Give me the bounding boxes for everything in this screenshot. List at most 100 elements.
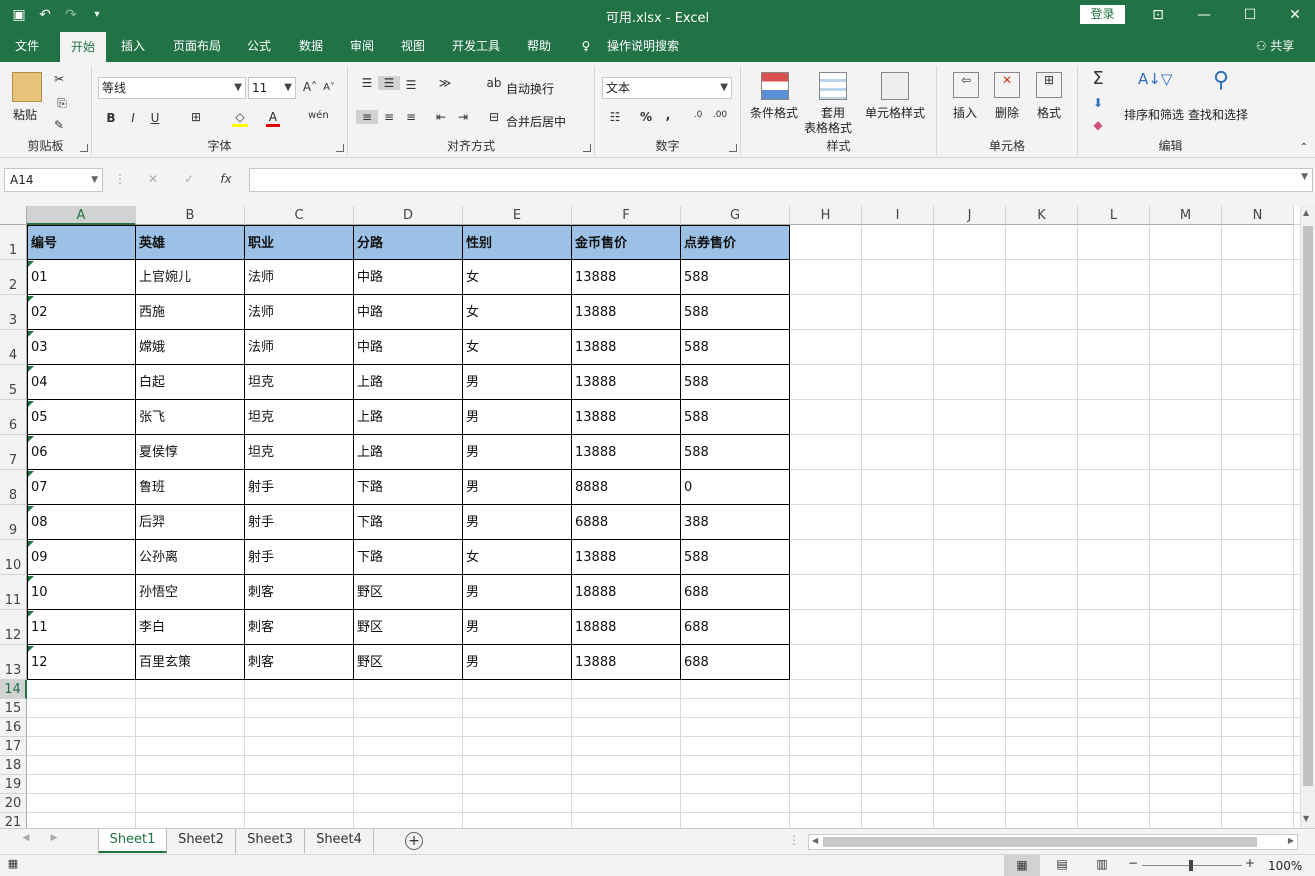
align-right-icon[interactable]: ≡ — [402, 110, 420, 124]
table-cell[interactable]: 女 — [463, 260, 572, 295]
cell-styles-button[interactable]: 单元格样式 — [865, 104, 925, 121]
table-cell[interactable]: 上路 — [354, 435, 463, 470]
row-header-12[interactable]: 12 — [0, 610, 27, 645]
sort-filter-button[interactable]: 排序和筛选 — [1124, 106, 1184, 123]
wrap-text-button[interactable]: 自动换行 — [506, 80, 554, 97]
table-cell[interactable]: 白起 — [136, 365, 245, 400]
column-header-j[interactable]: J — [934, 206, 1006, 225]
tab-view[interactable]: 视图 — [394, 30, 432, 62]
clipboard-launcher[interactable] — [80, 144, 88, 152]
table-cell[interactable]: 588 — [681, 435, 790, 470]
format-as-table-label-2[interactable]: 表格格式 — [804, 119, 852, 136]
row-header-21[interactable]: 21 — [0, 813, 27, 828]
row-header-4[interactable]: 4 — [0, 330, 27, 365]
table-cell[interactable]: 刺客 — [245, 610, 354, 645]
copy-icon[interactable]: ⎘ — [52, 96, 72, 111]
table-cell[interactable]: 射手 — [245, 470, 354, 505]
zoom-level[interactable]: 100% — [1268, 859, 1302, 873]
minimize-button[interactable]: — — [1189, 4, 1219, 26]
page-break-view-icon[interactable]: ▥ — [1092, 857, 1112, 871]
table-cell[interactable]: 男 — [463, 610, 572, 645]
table-cell[interactable]: 13888 — [572, 295, 681, 330]
tab-home[interactable]: 开始 — [60, 32, 106, 62]
formula-input[interactable]: ▼ — [249, 168, 1313, 192]
table-cell[interactable]: 鲁班 — [136, 470, 245, 505]
row-header-1[interactable]: 1 — [0, 225, 27, 260]
sort-filter-icon[interactable]: A↓▽ — [1138, 70, 1172, 88]
vertical-scrollbar[interactable]: ▲ ▼ — [1300, 206, 1315, 828]
table-cell[interactable]: 男 — [463, 435, 572, 470]
row-header-14[interactable]: 14 — [0, 680, 27, 699]
table-cell[interactable]: 女 — [463, 295, 572, 330]
column-header-m[interactable]: M — [1150, 206, 1222, 225]
table-cell[interactable]: 坦克 — [245, 400, 354, 435]
table-cell[interactable]: 上路 — [354, 400, 463, 435]
shrink-font-icon[interactable]: A˅ — [322, 82, 336, 93]
prev-sheet-icon[interactable]: ◀ — [20, 833, 32, 843]
table-cell[interactable]: 13888 — [572, 400, 681, 435]
row-header-20[interactable]: 20 — [0, 794, 27, 813]
fill-icon[interactable]: ⬇ — [1088, 96, 1108, 110]
column-header-d[interactable]: D — [354, 206, 463, 225]
table-cell[interactable]: 嫦娥 — [136, 330, 245, 365]
underline-button[interactable]: U — [148, 111, 162, 125]
increase-indent-icon[interactable]: ⇥ — [454, 110, 472, 124]
table-cell[interactable]: 下路 — [354, 470, 463, 505]
column-header-g[interactable]: G — [681, 206, 790, 225]
row-header-10[interactable]: 10 — [0, 540, 27, 575]
table-header-cell[interactable]: 英雄 — [136, 225, 245, 260]
table-cell[interactable]: 法师 — [245, 295, 354, 330]
column-header-n[interactable]: N — [1222, 206, 1294, 225]
table-cell[interactable]: 04 — [27, 365, 136, 400]
column-header-e[interactable]: E — [463, 206, 572, 225]
fill-color-icon[interactable]: ◇ — [232, 110, 248, 127]
tell-me-search[interactable]: 操作说明搜索 — [600, 30, 686, 62]
increase-decimal-icon[interactable]: .0 — [689, 110, 707, 120]
column-header-h[interactable]: H — [790, 206, 862, 225]
column-header-f[interactable]: F — [572, 206, 681, 225]
table-cell[interactable]: 588 — [681, 260, 790, 295]
table-cell[interactable]: 下路 — [354, 540, 463, 575]
table-cell[interactable]: 13888 — [572, 365, 681, 400]
scroll-thumb[interactable] — [1303, 226, 1313, 786]
table-header-cell[interactable]: 分路 — [354, 225, 463, 260]
row-header-18[interactable]: 18 — [0, 756, 27, 775]
row-header-17[interactable]: 17 — [0, 737, 27, 756]
table-cell[interactable]: 男 — [463, 575, 572, 610]
cell-styles-icon[interactable] — [881, 72, 909, 100]
table-cell[interactable]: 射手 — [245, 505, 354, 540]
select-all-corner[interactable] — [0, 206, 27, 225]
cancel-icon[interactable]: ✕ — [144, 172, 162, 186]
italic-button[interactable]: I — [126, 111, 140, 125]
tab-formulas[interactable]: 公式 — [240, 30, 278, 62]
normal-view-icon[interactable]: ▦ — [1004, 855, 1040, 876]
autosum-icon[interactable]: Σ — [1088, 68, 1108, 89]
format-cells-button[interactable]: 格式 — [1037, 104, 1061, 121]
table-cell[interactable]: 上路 — [354, 365, 463, 400]
decrease-decimal-icon[interactable]: .00 — [711, 110, 729, 120]
merge-center-icon[interactable]: ⊟ — [486, 110, 502, 124]
table-cell[interactable]: 588 — [681, 330, 790, 365]
table-cell[interactable]: 8888 — [572, 470, 681, 505]
table-header-cell[interactable]: 金币售价 — [572, 225, 681, 260]
table-cell[interactable]: 中路 — [354, 330, 463, 365]
font-name-select[interactable]: 等线 ▼ — [98, 77, 246, 99]
row-header-9[interactable]: 9 — [0, 505, 27, 540]
collapse-ribbon-icon[interactable]: ⌃ — [1298, 142, 1310, 153]
tab-help[interactable]: 帮助 — [520, 30, 558, 62]
table-cell[interactable]: 6888 — [572, 505, 681, 540]
phonetic-icon[interactable]: wén — [308, 110, 329, 121]
share-button[interactable]: ⚇ 共享 — [1250, 30, 1300, 62]
find-select-button[interactable]: 查找和选择 — [1188, 106, 1248, 123]
format-cells-icon[interactable]: ⊞ — [1036, 72, 1062, 98]
conditional-format-icon[interactable] — [761, 72, 789, 100]
table-cell[interactable]: 男 — [463, 365, 572, 400]
table-cell[interactable]: 野区 — [354, 645, 463, 680]
table-cell[interactable]: 法师 — [245, 260, 354, 295]
align-center-icon[interactable]: ≡ — [380, 110, 398, 124]
clear-icon[interactable]: ◆ — [1088, 118, 1108, 132]
table-header-cell[interactable]: 性别 — [463, 225, 572, 260]
table-cell[interactable]: 588 — [681, 540, 790, 575]
align-middle-icon[interactable]: ☰ — [378, 76, 400, 90]
table-cell[interactable]: 388 — [681, 505, 790, 540]
